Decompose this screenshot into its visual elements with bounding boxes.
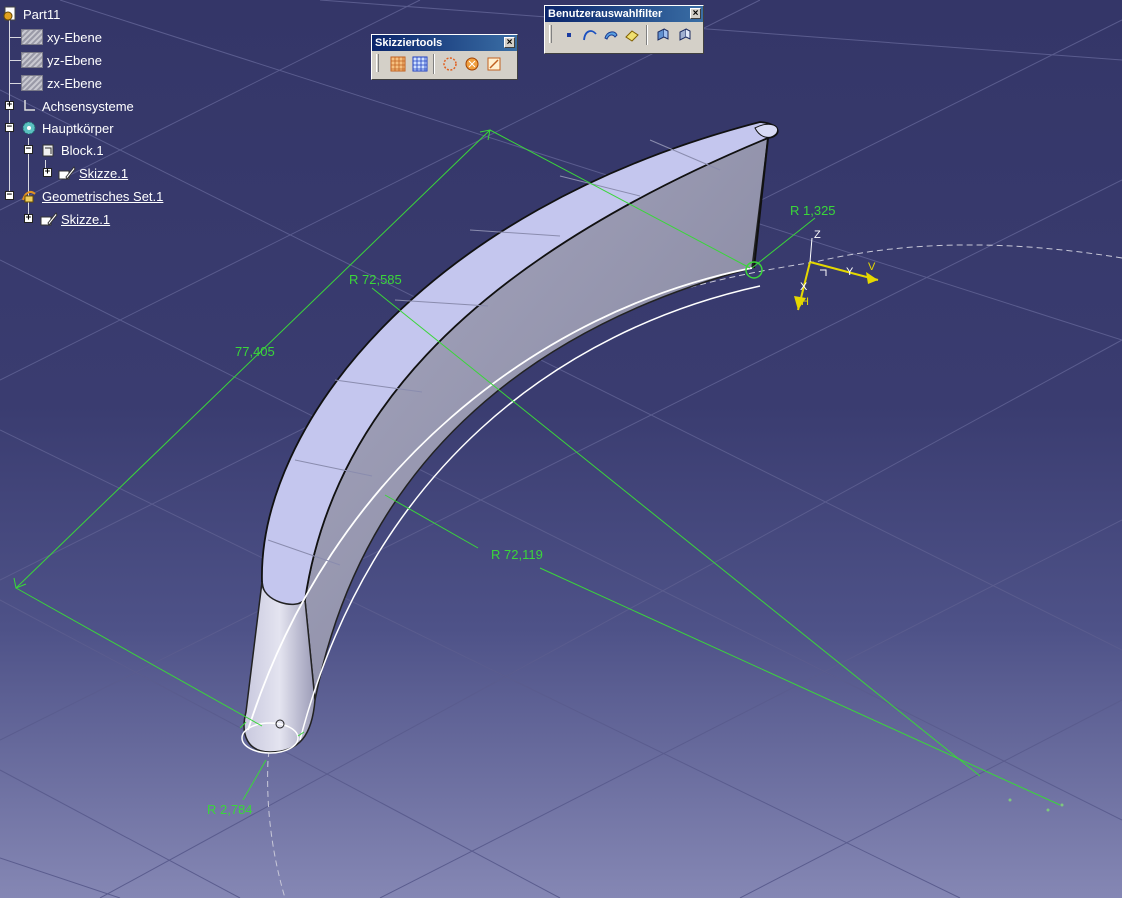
- user-selection-filter-title-bar[interactable]: Benutzerauswahlfilter ×: [545, 6, 703, 22]
- collapse-geo-set-icon[interactable]: −: [5, 191, 14, 200]
- sketch-tools-toolbar[interactable]: Skizziertools ×: [371, 34, 518, 80]
- curve-filter-icon[interactable]: [580, 25, 600, 45]
- tree-item-axis-systems[interactable]: Achsensysteme: [21, 96, 135, 116]
- close-icon[interactable]: ×: [690, 8, 701, 19]
- plane-icon: [21, 52, 43, 68]
- sketch-icon: [40, 211, 58, 227]
- dim-length[interactable]: 77,405: [235, 344, 275, 359]
- tree-item-main-body[interactable]: Hauptkörper: [21, 118, 115, 138]
- plane-icon: [21, 75, 43, 91]
- expand-pad-sketch-icon[interactable]: +: [43, 168, 52, 177]
- expand-axis-systems-icon[interactable]: +: [5, 101, 14, 110]
- sketch-tools-title-bar[interactable]: Skizziertools ×: [372, 35, 517, 51]
- tree-item-part[interactable]: Part11: [2, 4, 61, 24]
- plane-icon: [21, 29, 43, 45]
- axis-system-icon: [21, 98, 37, 114]
- geometric-constraints-icon[interactable]: [462, 54, 482, 74]
- tree-item-geometric-set[interactable]: Geometrisches Set.1: [21, 186, 164, 206]
- specification-tree: Part11 xy-Ebene yz-Ebene zx-Ebene + Achs…: [0, 0, 200, 240]
- volume-filter-icon[interactable]: [622, 25, 642, 45]
- sketch-axis-triad[interactable]: V Y Z X H: [794, 229, 879, 311]
- axis-v-label: V: [868, 261, 876, 273]
- sketch-tools-title: Skizziertools: [375, 37, 443, 49]
- dim-r-small-bottom[interactable]: R 2,784: [207, 802, 253, 817]
- surface-filter-icon[interactable]: [601, 25, 621, 45]
- dim-r-small-top[interactable]: R 1,325: [790, 203, 836, 218]
- tree-item-pad[interactable]: Block.1: [40, 140, 105, 160]
- part-icon: [2, 6, 18, 22]
- close-icon[interactable]: ×: [504, 37, 515, 48]
- expand-geo-sketch-icon[interactable]: +: [24, 214, 33, 223]
- geometric-set-icon: [21, 188, 37, 204]
- geometric-element-filter-icon[interactable]: [675, 25, 695, 45]
- snap-to-grid-icon[interactable]: [388, 54, 408, 74]
- tree-item-xy-plane[interactable]: xy-Ebene: [21, 27, 103, 47]
- point-filter-icon[interactable]: [559, 25, 579, 45]
- toolbar-grip[interactable]: [549, 25, 552, 43]
- body-gear-icon: [21, 120, 37, 136]
- collapse-pad-icon[interactable]: −: [24, 145, 33, 154]
- toolbar-grip[interactable]: [376, 54, 379, 72]
- construction-element-icon[interactable]: [440, 54, 460, 74]
- tree-item-yz-plane[interactable]: yz-Ebene: [21, 50, 103, 70]
- user-selection-filter-toolbar[interactable]: Benutzerauswahlfilter ×: [544, 5, 704, 54]
- dimensional-constraints-icon[interactable]: [484, 54, 504, 74]
- collapse-main-body-icon[interactable]: −: [5, 123, 14, 132]
- pad-icon: [40, 142, 56, 158]
- dim-r-inner[interactable]: R 72,119: [491, 547, 543, 562]
- axis-y-label: Y: [846, 266, 854, 278]
- axis-x-label: X: [800, 281, 808, 293]
- axis-z-label: Z: [814, 229, 821, 241]
- tree-item-geo-sketch[interactable]: Skizze.1: [40, 209, 111, 229]
- feature-element-filter-icon[interactable]: [653, 25, 673, 45]
- tree-item-zx-plane[interactable]: zx-Ebene: [21, 73, 103, 93]
- axis-h-label: H: [801, 296, 809, 308]
- sketch-icon: [58, 165, 76, 181]
- user-selection-filter-title: Benutzerauswahlfilter: [548, 8, 663, 20]
- grid-icon[interactable]: [410, 54, 430, 74]
- tree-item-pad-sketch[interactable]: Skizze.1: [58, 163, 129, 183]
- dim-r-outer[interactable]: R 72,585: [349, 272, 402, 287]
